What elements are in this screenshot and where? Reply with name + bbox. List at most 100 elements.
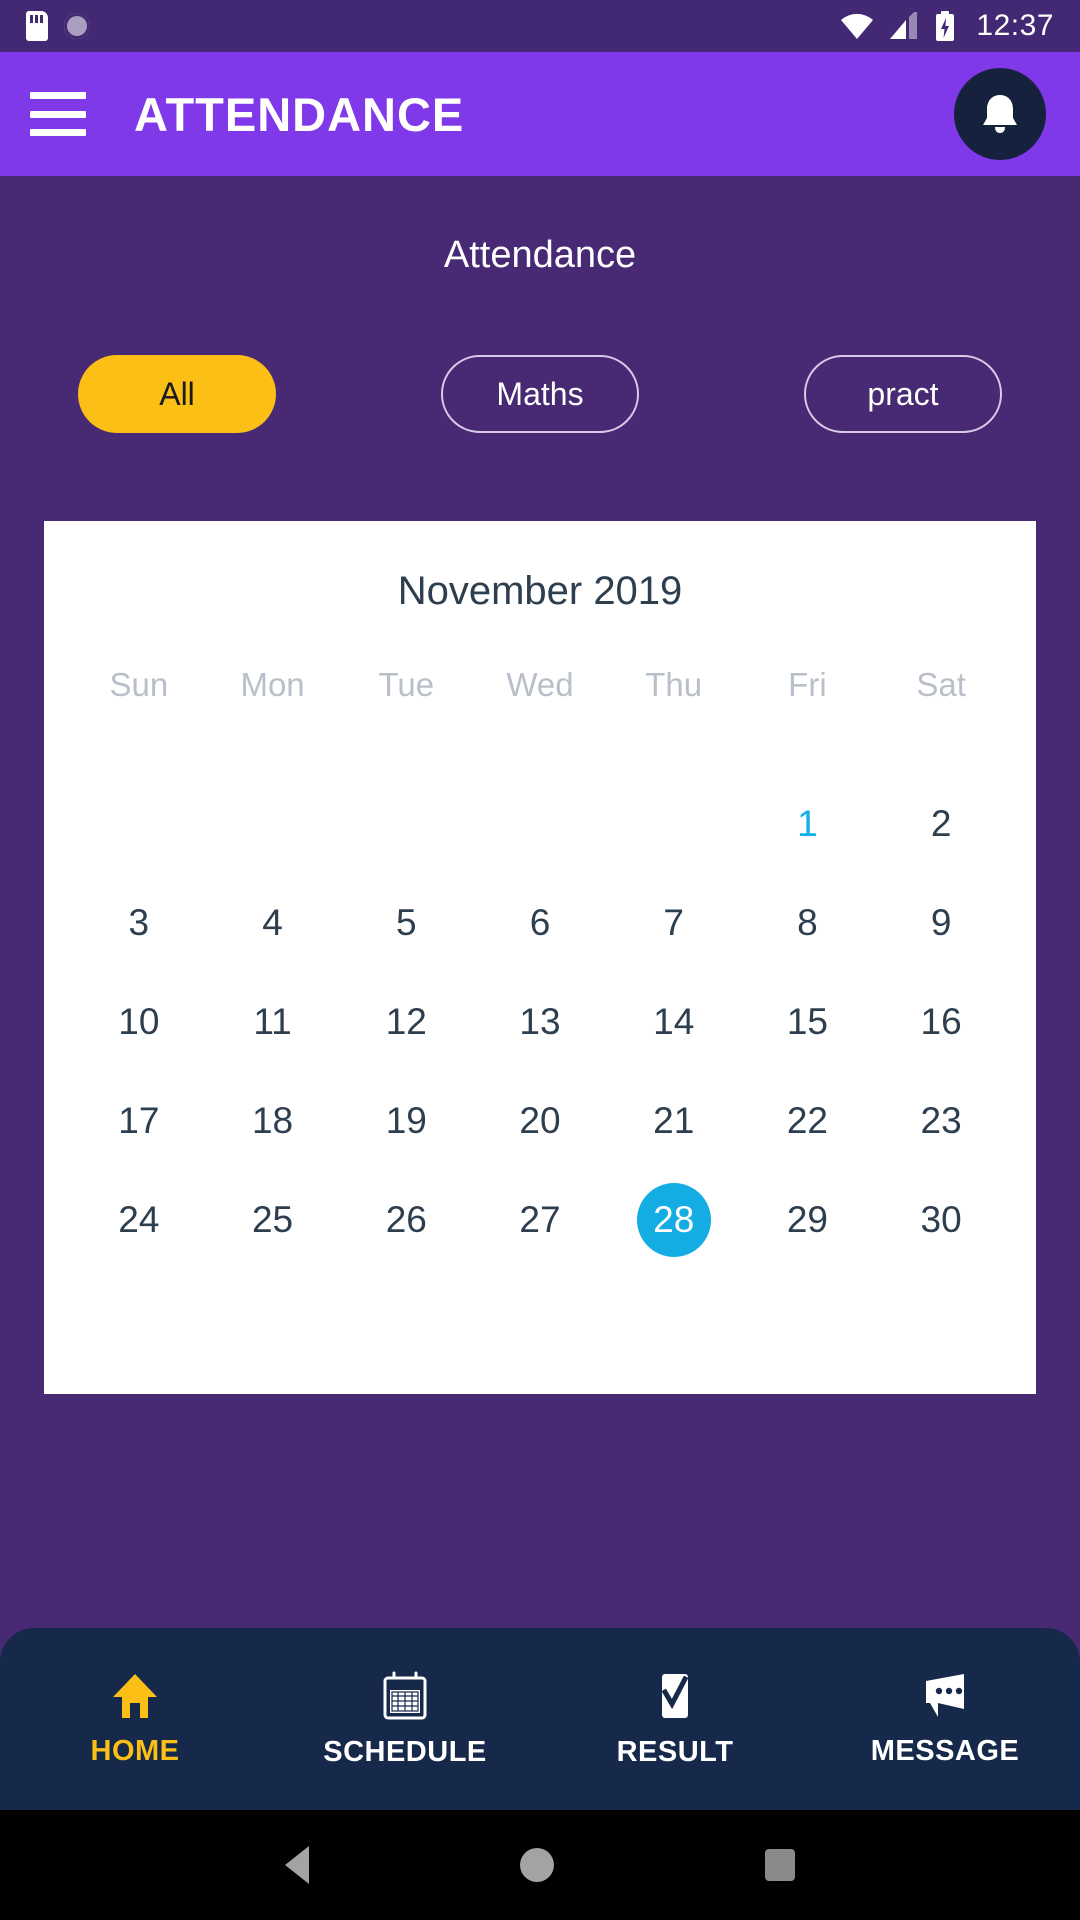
wifi-icon bbox=[841, 13, 874, 40]
app-bar: ATTENDANCE bbox=[0, 52, 1080, 176]
calendar-icon bbox=[383, 1671, 427, 1719]
filter-chip-maths-label: Maths bbox=[496, 375, 584, 412]
calendar-day-label: 5 bbox=[395, 901, 417, 943]
calendar-weekday-thu: Thu bbox=[645, 666, 703, 703]
calendar-day-3[interactable]: 3 bbox=[72, 873, 206, 972]
status-bar-left-icons bbox=[26, 11, 90, 41]
calendar-day-21[interactable]: 21 bbox=[607, 1071, 741, 1170]
calendar-day-label: 1 bbox=[797, 802, 818, 844]
filter-chip-maths[interactable]: Maths bbox=[441, 355, 639, 433]
bell-icon bbox=[983, 95, 1017, 133]
calendar-day-blank bbox=[72, 774, 206, 873]
filter-chip-pract-label: pract bbox=[867, 375, 939, 412]
filter-chip-all[interactable]: All bbox=[78, 355, 276, 433]
calendar-day-label: 30 bbox=[920, 1198, 962, 1240]
calendar-day-label: 12 bbox=[385, 1000, 427, 1042]
filter-chip-row: All Maths pract bbox=[0, 355, 1080, 433]
calendar-weekday-sat: Sat bbox=[916, 666, 966, 703]
calendar-day-label: 29 bbox=[786, 1198, 828, 1240]
app-bar-title: ATTENDANCE bbox=[134, 87, 465, 141]
calendar-card: November 2019 Sun Mon Tue Wed Thu Fri Sat 1234… bbox=[44, 521, 1036, 1394]
calendar-day-blank bbox=[473, 774, 607, 873]
recents-square-icon[interactable] bbox=[764, 1849, 795, 1881]
page-content: Attendance All Maths pract November 2019… bbox=[0, 176, 1080, 1810]
android-navigation-bar bbox=[0, 1810, 1080, 1920]
calendar-day-13[interactable]: 13 bbox=[473, 972, 607, 1071]
calendar-day-label: 19 bbox=[385, 1099, 427, 1141]
calendar-day-blank bbox=[607, 774, 741, 873]
calendar-day-27[interactable]: 27 bbox=[473, 1170, 607, 1269]
calendar-day-20[interactable]: 20 bbox=[473, 1071, 607, 1170]
calendar-day-2[interactable]: 2 bbox=[874, 774, 1008, 873]
calendar-day-label: 15 bbox=[786, 1000, 828, 1042]
calendar-weekday-mon: Mon bbox=[240, 666, 305, 703]
calendar-day-6[interactable]: 6 bbox=[473, 873, 607, 972]
calendar-day-label: 27 bbox=[519, 1198, 561, 1240]
nav-item-message-label: MESSAGE bbox=[870, 1734, 1020, 1767]
nav-item-home-label: HOME bbox=[90, 1734, 180, 1767]
calendar-weekday-sun: Sun bbox=[109, 666, 169, 703]
calendar-day-10[interactable]: 10 bbox=[72, 972, 206, 1071]
calendar-day-28[interactable]: 28 bbox=[607, 1170, 741, 1269]
home-icon bbox=[113, 1673, 157, 1718]
calendar-day-18[interactable]: 18 bbox=[206, 1071, 340, 1170]
calendar-day-label: 6 bbox=[529, 901, 551, 943]
calendar-day-label: 17 bbox=[118, 1099, 160, 1141]
home-circle-icon[interactable] bbox=[519, 1848, 554, 1882]
calendar-day-label: 7 bbox=[663, 901, 684, 943]
calendar-day-9[interactable]: 9 bbox=[874, 873, 1008, 972]
nav-item-result[interactable]: RESULT bbox=[540, 1670, 810, 1769]
battery-charging-icon bbox=[936, 11, 955, 41]
calendar-day-label: 22 bbox=[786, 1099, 828, 1141]
filter-chip-pract[interactable]: pract bbox=[804, 355, 1002, 433]
calendar-day-15[interactable]: 15 bbox=[741, 972, 875, 1071]
calendar-day-label: 26 bbox=[385, 1198, 427, 1240]
cellular-signal-icon bbox=[890, 12, 918, 39]
calendar-day-7[interactable]: 7 bbox=[607, 873, 741, 972]
calendar-day-16[interactable]: 16 bbox=[874, 972, 1008, 1071]
calendar-day-label: 14 bbox=[653, 1000, 695, 1042]
page-title: Attendance bbox=[443, 234, 637, 276]
calendar-day-4[interactable]: 4 bbox=[206, 873, 340, 972]
calendar-day-blank bbox=[206, 774, 340, 873]
calendar-day-label: 9 bbox=[930, 901, 952, 943]
calendar-month-label: November 2019 bbox=[397, 569, 683, 613]
calendar-day-label: 16 bbox=[920, 1000, 962, 1042]
calendar-day-23[interactable]: 23 bbox=[874, 1071, 1008, 1170]
calendar-day-label: 18 bbox=[251, 1099, 294, 1141]
calendar-day-22[interactable]: 22 bbox=[741, 1071, 875, 1170]
nav-item-schedule[interactable]: SCHEDULE bbox=[270, 1670, 540, 1769]
calendar-day-24[interactable]: 24 bbox=[72, 1170, 206, 1269]
calendar-day-label: 28 bbox=[636, 1182, 711, 1257]
nav-item-home[interactable]: HOME bbox=[0, 1671, 270, 1768]
calendar-day-29[interactable]: 29 bbox=[741, 1170, 875, 1269]
calendar-day-26[interactable]: 26 bbox=[339, 1170, 473, 1269]
calendar-day-8[interactable]: 8 bbox=[741, 873, 875, 972]
calendar-day-label: 11 bbox=[253, 1000, 292, 1042]
calendar-day-label: 21 bbox=[653, 1099, 695, 1141]
calendar-day-label: 3 bbox=[128, 901, 150, 943]
calendar-day-label: 2 bbox=[930, 802, 952, 844]
calendar-day-label: 8 bbox=[797, 901, 818, 943]
status-bar-clock: 12:37 bbox=[976, 9, 1054, 42]
calendar-weekday-row: Sun Mon Tue Wed Thu Fri Sat bbox=[44, 654, 1036, 734]
nav-item-message[interactable]: MESSAGE bbox=[810, 1671, 1080, 1768]
calendar-day-19[interactable]: 19 bbox=[339, 1071, 473, 1170]
calendar-day-30[interactable]: 30 bbox=[874, 1170, 1008, 1269]
calendar-day-25[interactable]: 25 bbox=[206, 1170, 340, 1269]
calendar-day-14[interactable]: 14 bbox=[607, 972, 741, 1071]
notification-button[interactable] bbox=[954, 68, 1046, 160]
back-triangle-icon[interactable] bbox=[285, 1846, 310, 1884]
calendar-day-12[interactable]: 12 bbox=[339, 972, 473, 1071]
calendar-day-label: 23 bbox=[920, 1099, 962, 1141]
calendar-day-1[interactable]: 1 bbox=[741, 774, 875, 873]
sd-card-icon bbox=[26, 11, 48, 41]
calendar-day-17[interactable]: 17 bbox=[72, 1071, 206, 1170]
bottom-navigation-bar: HOME SCHEDULE RESULT MESSAGE bbox=[0, 1628, 1080, 1810]
calendar-day-11[interactable]: 11 bbox=[206, 972, 340, 1071]
hamburger-menu-icon[interactable] bbox=[30, 92, 86, 136]
status-bar-right-icons: 12:37 bbox=[840, 9, 1054, 43]
calendar-day-5[interactable]: 5 bbox=[339, 873, 473, 972]
calendar-weekday-wed: Wed bbox=[506, 666, 574, 703]
message-icon bbox=[926, 1673, 964, 1717]
